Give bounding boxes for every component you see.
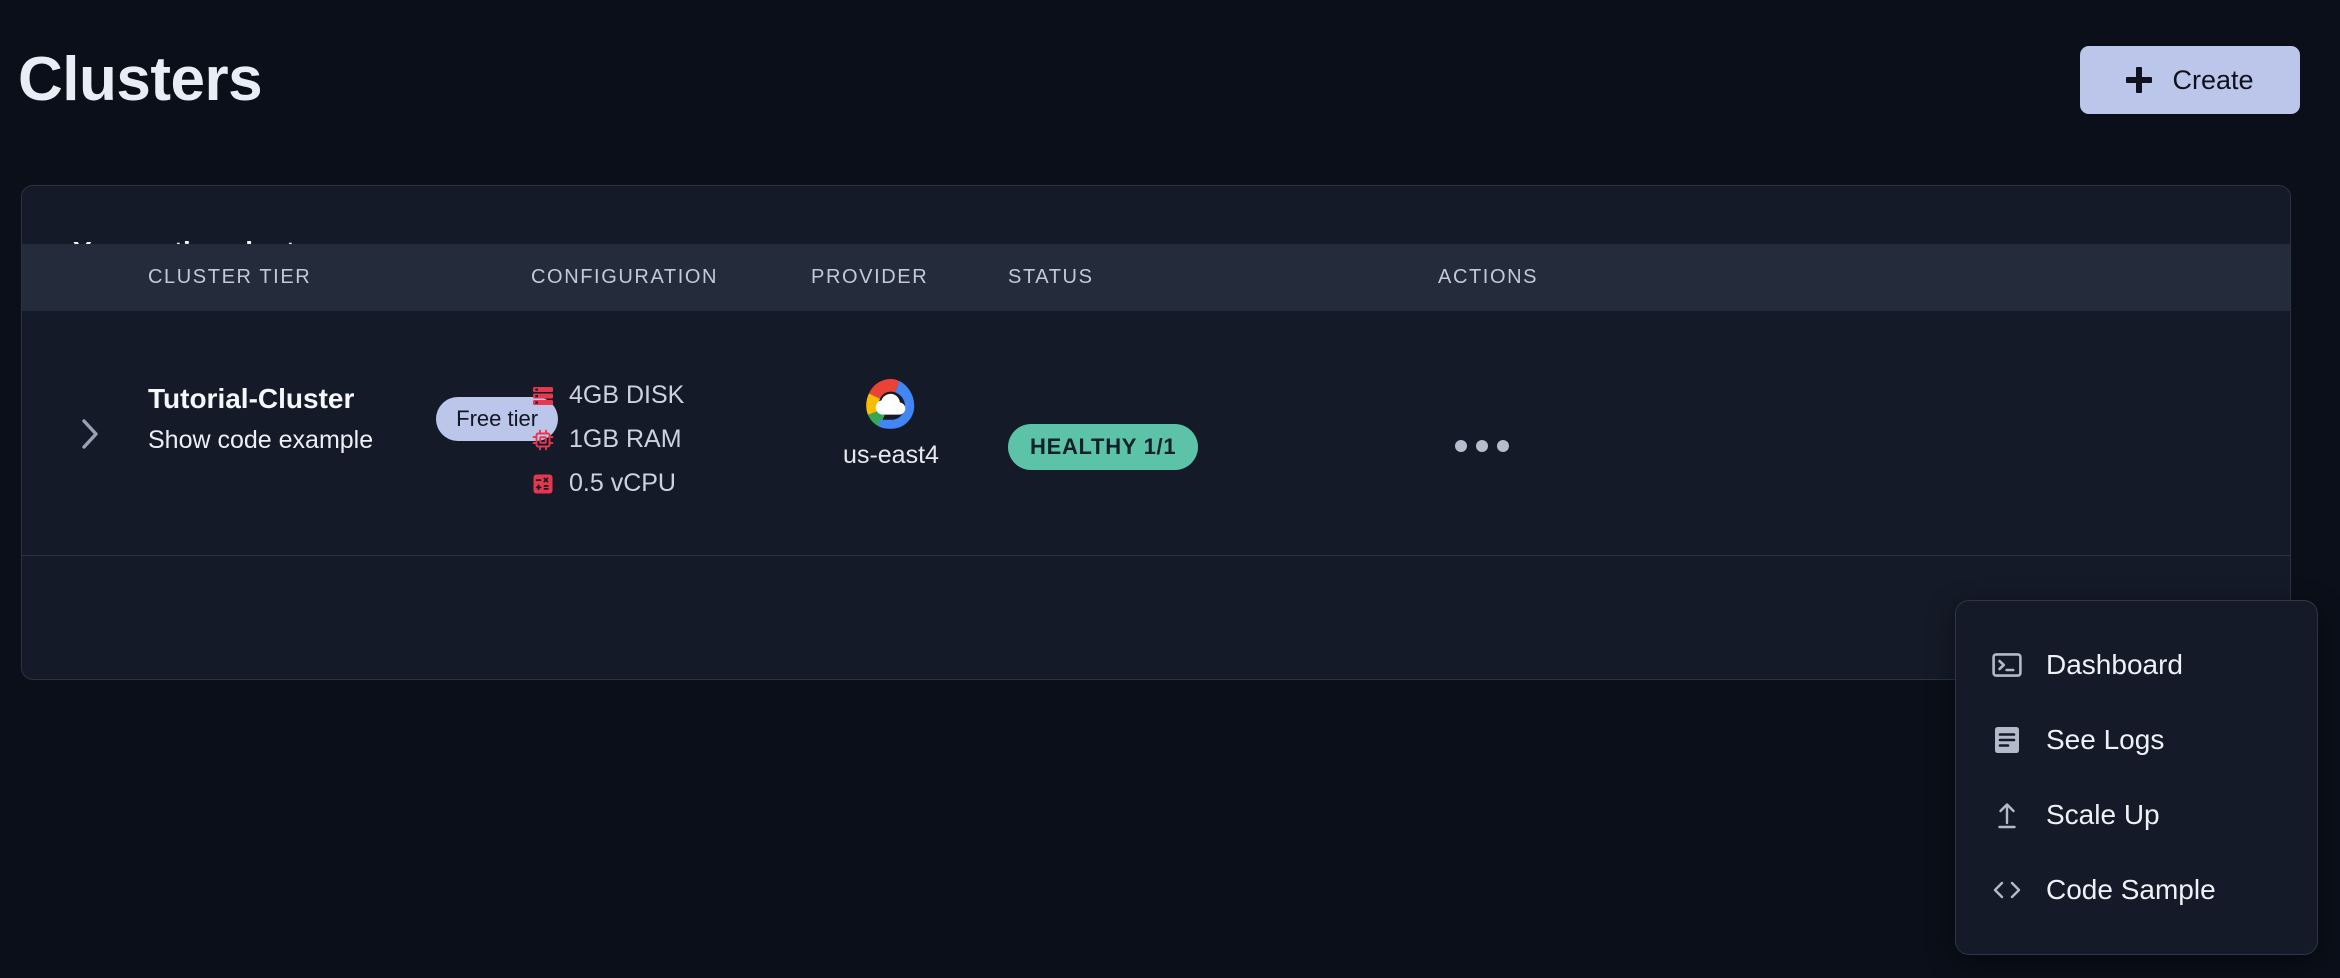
disk-icon bbox=[533, 386, 553, 405]
create-button-label: Create bbox=[2172, 64, 2254, 95]
page-header: Clusters Create bbox=[0, 0, 2340, 160]
config-vcpu: 0.5 vCPU bbox=[531, 469, 684, 498]
column-header-provider: PROVIDER bbox=[811, 266, 929, 288]
chevron-right-icon bbox=[82, 419, 98, 449]
cluster-name-block: Tutorial-Cluster Show code example bbox=[148, 381, 373, 458]
cell-cluster-tier: Tutorial-Cluster Show code example Free … bbox=[148, 381, 559, 458]
cell-provider: us-east4 bbox=[811, 376, 971, 470]
code-brackets-icon bbox=[1990, 873, 2024, 907]
cell-configuration: 4GB DISK 1GB RAM 0.5 vCPU bbox=[531, 381, 684, 498]
menu-item-dashboard-label: Dashboard bbox=[2046, 649, 2183, 680]
vcpu-calculator-icon bbox=[533, 474, 553, 493]
dot bbox=[1455, 440, 1467, 452]
menu-item-see-logs[interactable]: See Logs bbox=[1956, 704, 2317, 776]
create-button[interactable]: Create bbox=[2080, 46, 2300, 114]
table-header-row: CLUSTER TIER CONFIGURATION PROVIDER STAT… bbox=[22, 244, 2290, 311]
menu-item-scale-up-label: Scale Up bbox=[2046, 799, 2160, 830]
provider-region: us-east4 bbox=[843, 441, 939, 469]
google-cloud-icon bbox=[866, 378, 915, 429]
cell-status: HEALTHY 1/1 bbox=[1008, 424, 1199, 470]
status-badge: HEALTHY 1/1 bbox=[1008, 424, 1199, 470]
config-disk-label: 4GB DISK bbox=[569, 381, 685, 409]
terminal-icon bbox=[1990, 648, 2024, 682]
config-vcpu-label: 0.5 vCPU bbox=[569, 469, 676, 497]
column-header-cluster-tier: CLUSTER TIER bbox=[148, 266, 312, 288]
config-ram-label: 1GB RAM bbox=[569, 425, 682, 453]
dot bbox=[1476, 440, 1488, 452]
menu-item-see-logs-label: See Logs bbox=[2046, 724, 2165, 755]
dot bbox=[1497, 440, 1509, 452]
column-header-actions: ACTIONS bbox=[1438, 266, 1539, 288]
config-disk: 4GB DISK bbox=[531, 381, 684, 410]
page-title: Clusters bbox=[18, 45, 263, 114]
upload-arrow-icon bbox=[1990, 798, 2024, 832]
cluster-name: Tutorial-Cluster bbox=[148, 383, 355, 414]
active-clusters-card: Your active clusters CLUSTER TIER CONFIG… bbox=[21, 185, 2291, 680]
menu-item-code-sample[interactable]: Code Sample bbox=[1956, 854, 2317, 926]
logs-document-icon bbox=[1990, 723, 2024, 757]
ram-chip-icon bbox=[532, 429, 554, 450]
config-ram: 1GB RAM bbox=[531, 425, 684, 454]
column-header-configuration: CONFIGURATION bbox=[531, 266, 719, 288]
show-code-example-link[interactable]: Show code example bbox=[148, 423, 373, 458]
plus-icon bbox=[2126, 67, 2153, 93]
actions-dropdown-menu: Dashboard See Logs Scale Up Code Sample bbox=[1955, 600, 2318, 955]
menu-item-code-sample-label: Code Sample bbox=[2046, 874, 2216, 905]
table-row: Tutorial-Cluster Show code example Free … bbox=[22, 311, 2290, 556]
column-header-status: STATUS bbox=[1008, 266, 1094, 288]
more-horizontal-icon bbox=[1455, 440, 1509, 452]
menu-item-dashboard[interactable]: Dashboard bbox=[1956, 629, 2317, 701]
clusters-page: Clusters Create Your active clusters CLU… bbox=[0, 0, 2340, 978]
row-actions-button[interactable] bbox=[1422, 421, 1542, 471]
expand-row-button[interactable] bbox=[70, 414, 110, 454]
menu-item-scale-up[interactable]: Scale Up bbox=[1956, 779, 2317, 851]
